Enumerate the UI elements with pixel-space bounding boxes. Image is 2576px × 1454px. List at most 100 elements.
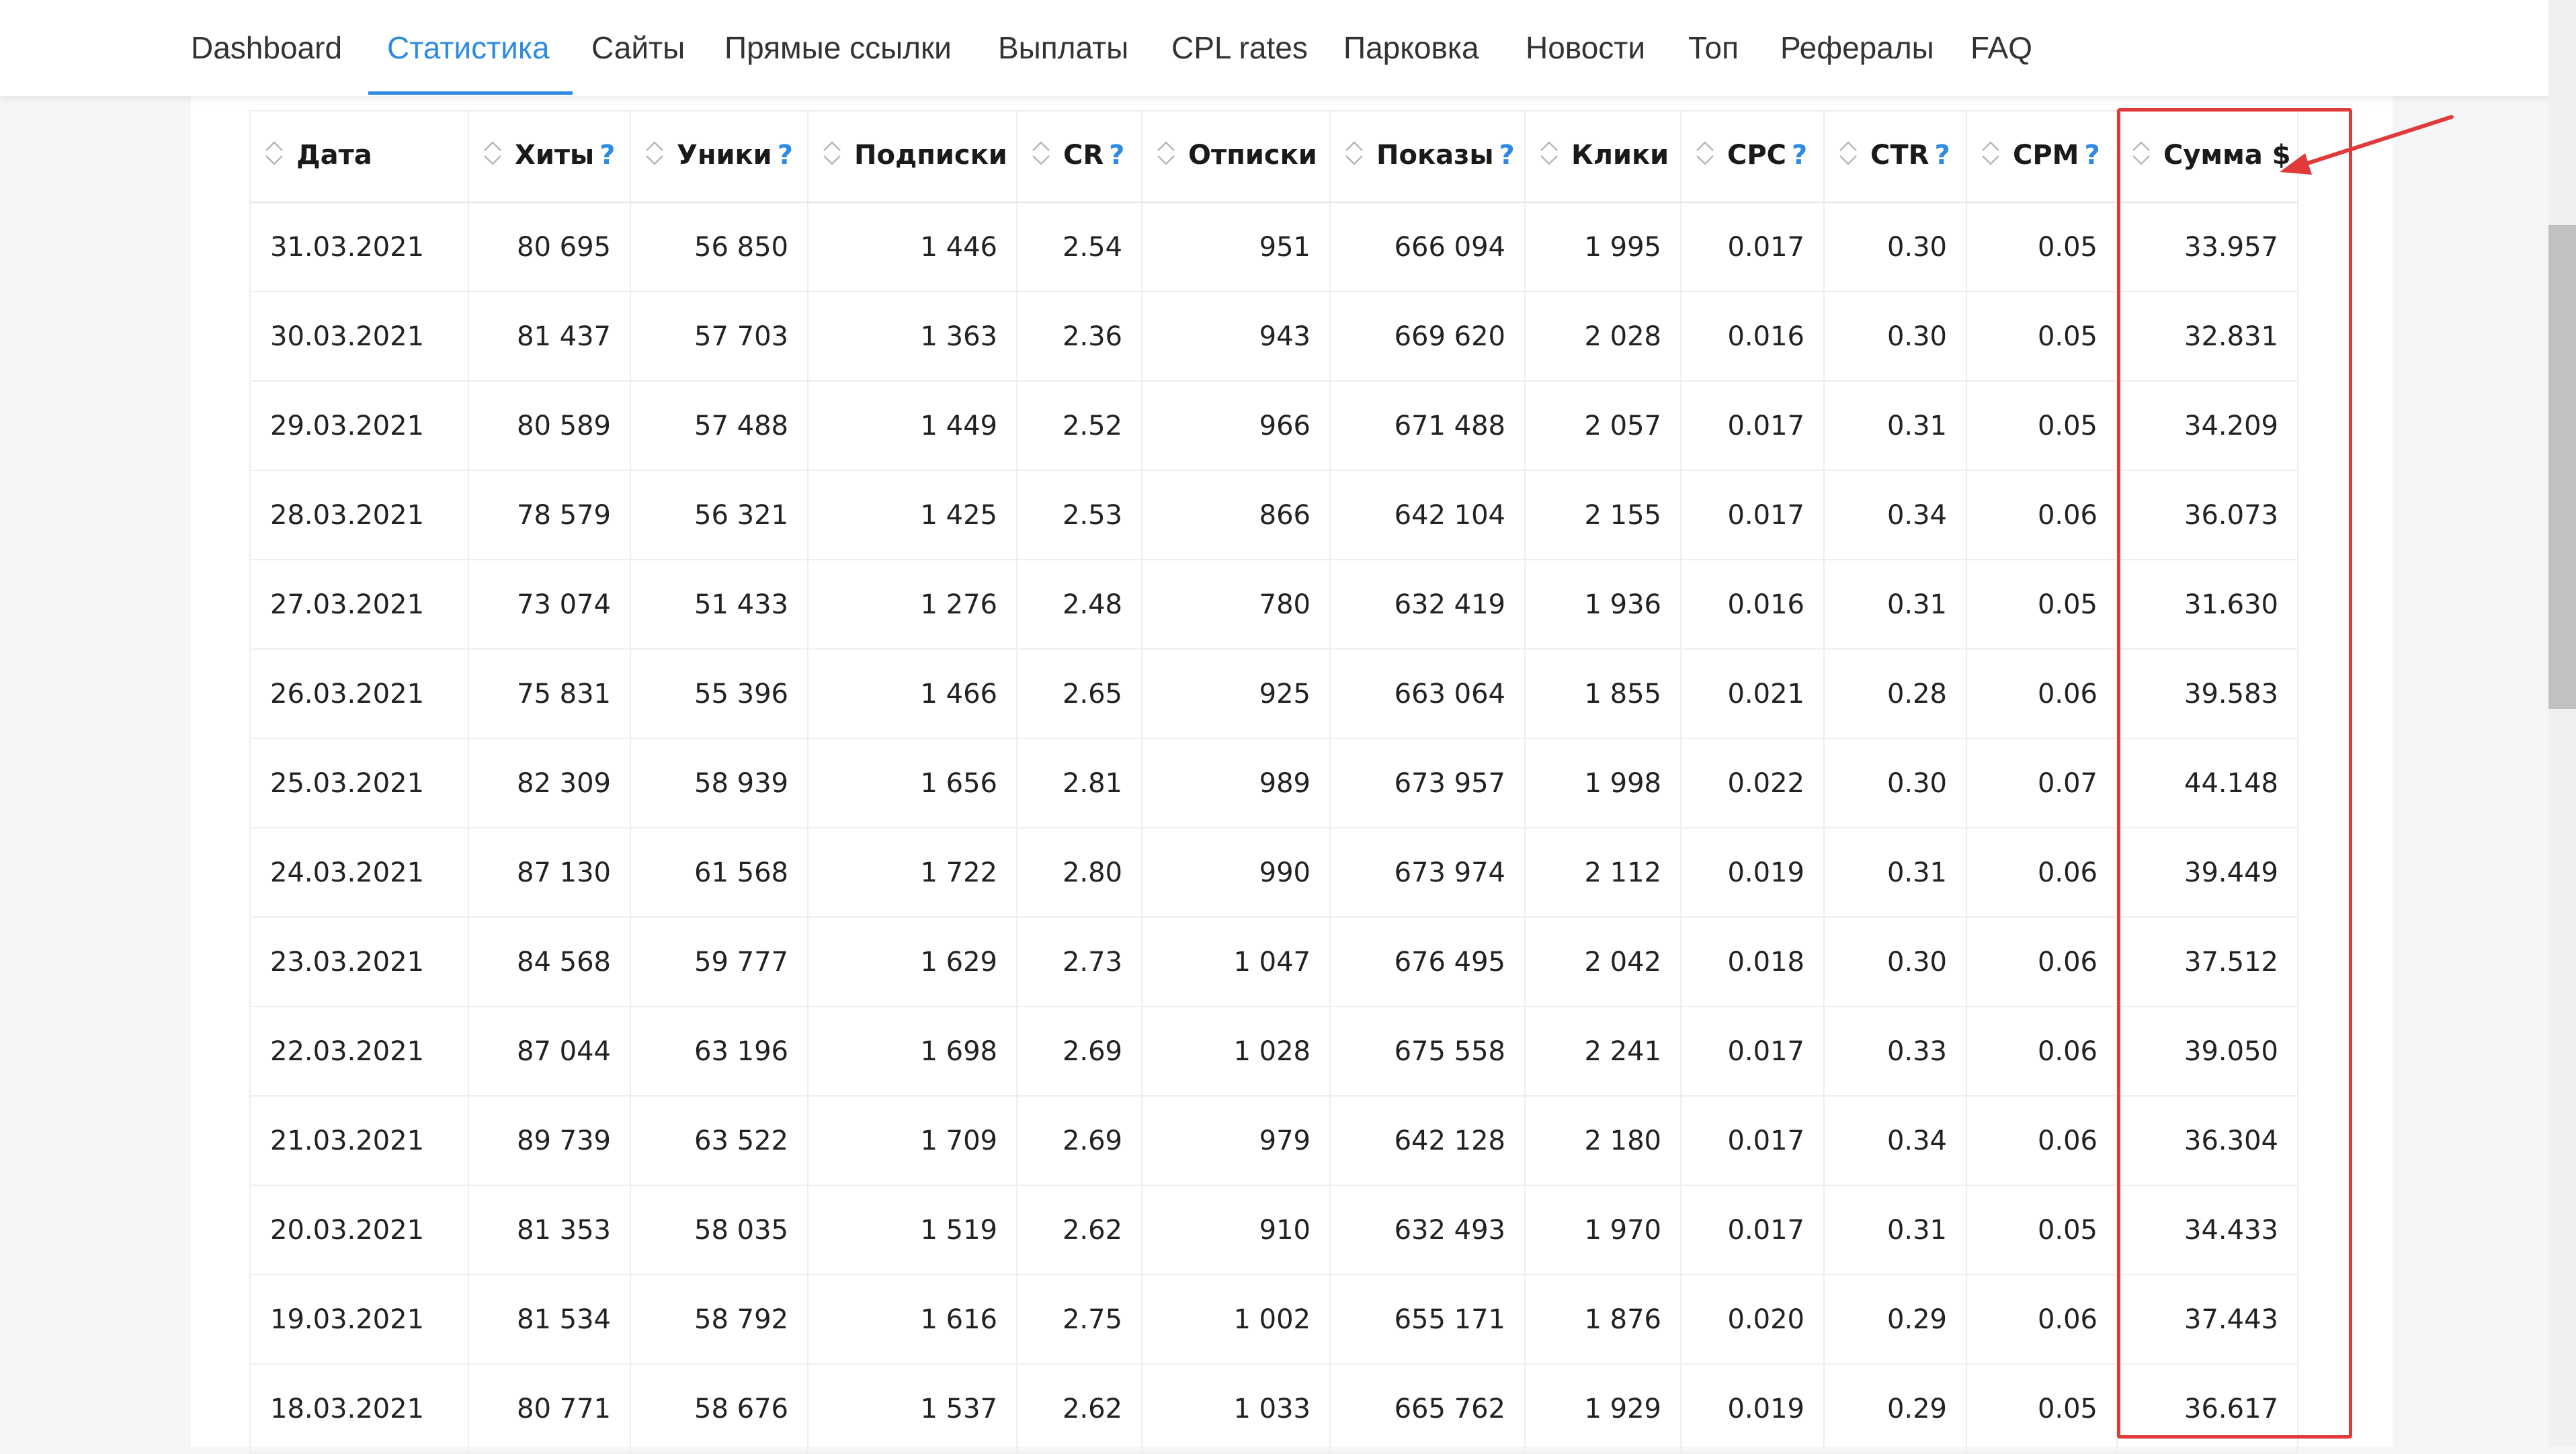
nav-saity[interactable]: Сайты bbox=[591, 0, 685, 96]
help-icon[interactable]: ? bbox=[1109, 140, 1124, 171]
scrollbar-track[interactable] bbox=[2548, 0, 2576, 1447]
help-icon[interactable]: ? bbox=[1792, 140, 1807, 171]
nav-top[interactable]: Топ bbox=[1688, 0, 1739, 96]
cell-clicks: 1 855 bbox=[1525, 649, 1681, 739]
nav-dashboard[interactable]: Dashboard bbox=[191, 0, 342, 96]
cell-ctr: 0.31 bbox=[1824, 560, 1967, 650]
cell-uniques: 58 035 bbox=[630, 1185, 808, 1275]
cell-clicks: 1 936 bbox=[1525, 560, 1681, 650]
nav-parkovka[interactable]: Парковка bbox=[1343, 0, 1479, 96]
table-row: 28.03.2021 78 579 56 321 1 425 2.53 866 642 10… bbox=[249, 470, 2298, 560]
column-header-unsubscriptions[interactable]: Отписки bbox=[1142, 110, 1331, 203]
cell-subscriptions: 1 537 bbox=[808, 1364, 1017, 1454]
cell-unsubscriptions: 780 bbox=[1142, 560, 1331, 650]
cell-cpc: 0.018 bbox=[1681, 917, 1825, 1007]
cell-cpc: 0.022 bbox=[1681, 738, 1825, 828]
cell-ctr: 0.33 bbox=[1824, 1007, 1967, 1097]
column-header-ctr[interactable]: CTR? bbox=[1824, 110, 1967, 203]
cell-clicks: 2 042 bbox=[1525, 917, 1681, 1007]
help-icon[interactable]: ? bbox=[1934, 140, 1950, 171]
sort-icon[interactable] bbox=[1981, 138, 2001, 175]
column-header-hits[interactable]: Хиты? bbox=[468, 110, 631, 203]
cell-ctr: 0.31 bbox=[1824, 1185, 1967, 1275]
cell-cpc: 0.020 bbox=[1681, 1275, 1825, 1365]
cell-uniques: 57 703 bbox=[630, 292, 808, 382]
nav-statistika[interactable]: Статистика bbox=[387, 0, 550, 96]
column-header-date[interactable]: Дата bbox=[249, 110, 469, 203]
cell-hits: 81 437 bbox=[468, 292, 631, 382]
nav-vyplaty[interactable]: Выплаты bbox=[998, 0, 1128, 96]
column-header-label: Дата bbox=[296, 140, 372, 171]
cell-ctr: 0.29 bbox=[1824, 1275, 1967, 1365]
column-header-cr[interactable]: CR? bbox=[1017, 110, 1142, 203]
cell-cr: 2.36 bbox=[1017, 292, 1142, 382]
cell-unsubscriptions: 1 047 bbox=[1142, 917, 1331, 1007]
cell-ctr: 0.34 bbox=[1824, 1096, 1967, 1186]
cell-impressions: 665 762 bbox=[1330, 1364, 1526, 1454]
cell-subscriptions: 1 363 bbox=[808, 292, 1017, 382]
sort-icon[interactable] bbox=[645, 138, 665, 175]
column-header-impressions[interactable]: Показы? bbox=[1330, 110, 1526, 203]
column-header-cpm[interactable]: CPM? bbox=[1966, 110, 2118, 203]
table-row: 18.03.2021 80 771 58 676 1 537 2.62 1 033 665 … bbox=[249, 1364, 2298, 1454]
column-header-uniques[interactable]: Уники? bbox=[630, 110, 808, 203]
sort-icon[interactable] bbox=[483, 138, 503, 175]
nav-novosti[interactable]: Новости bbox=[1526, 0, 1645, 96]
help-icon[interactable]: ? bbox=[599, 140, 615, 171]
cell-clicks: 2 155 bbox=[1525, 470, 1681, 560]
sort-icon[interactable] bbox=[1156, 138, 1176, 175]
column-header-clicks[interactable]: Клики bbox=[1525, 110, 1681, 203]
cell-cpm: 0.06 bbox=[1966, 917, 2118, 1007]
cell-unsubscriptions: 910 bbox=[1142, 1185, 1331, 1275]
cell-cpm: 0.05 bbox=[1966, 1364, 2118, 1454]
nav-pryamye-ssylki[interactable]: Прямые ссылки bbox=[724, 0, 952, 96]
nav-referaly[interactable]: Рефералы bbox=[1780, 0, 1934, 96]
cell-impressions: 655 171 bbox=[1330, 1275, 1526, 1365]
cell-cpm: 0.06 bbox=[1966, 649, 2118, 739]
cell-cpc: 0.019 bbox=[1681, 1364, 1825, 1454]
cell-cpc: 0.017 bbox=[1681, 1096, 1825, 1186]
cell-unsubscriptions: 990 bbox=[1142, 828, 1331, 918]
sort-icon[interactable] bbox=[1695, 138, 1715, 175]
nav-cpl-rates[interactable]: CPL rates bbox=[1171, 0, 1308, 96]
cell-uniques: 63 522 bbox=[630, 1096, 808, 1186]
column-header-subscriptions[interactable]: Подписки bbox=[808, 110, 1017, 203]
cell-ctr: 0.30 bbox=[1824, 917, 1967, 1007]
cell-cpc: 0.017 bbox=[1681, 1185, 1825, 1275]
cell-clicks: 1 998 bbox=[1525, 738, 1681, 828]
cell-cpm: 0.05 bbox=[1966, 381, 2118, 471]
sort-icon[interactable] bbox=[1031, 138, 1051, 175]
cell-date: 29.03.2021 bbox=[249, 381, 469, 471]
cell-uniques: 56 321 bbox=[630, 470, 808, 560]
scrollbar-thumb[interactable] bbox=[2548, 225, 2576, 709]
cell-date: 24.03.2021 bbox=[249, 828, 469, 918]
sort-icon[interactable] bbox=[1539, 138, 1559, 175]
nav-faq[interactable]: FAQ bbox=[1970, 0, 2032, 96]
help-icon[interactable]: ? bbox=[778, 140, 793, 171]
top-navigation: Dashboard Статистика Сайты Прямые ссылки Вып… bbox=[0, 0, 2548, 96]
table-row: 26.03.2021 75 831 55 396 1 466 2.65 925 663 06… bbox=[249, 649, 2298, 739]
help-icon[interactable]: ? bbox=[1499, 140, 1515, 171]
help-icon[interactable]: ? bbox=[2084, 140, 2100, 171]
sort-icon[interactable] bbox=[1838, 138, 1858, 175]
cell-cpm: 0.06 bbox=[1966, 828, 2118, 918]
cell-cpm: 0.05 bbox=[1966, 292, 2118, 382]
table-row: 20.03.2021 81 353 58 035 1 519 2.62 910 632 49… bbox=[249, 1185, 2298, 1275]
sort-icon[interactable] bbox=[1344, 138, 1364, 175]
sort-icon[interactable] bbox=[822, 138, 842, 175]
cell-impressions: 666 094 bbox=[1330, 202, 1526, 292]
cell-cpc: 0.017 bbox=[1681, 470, 1825, 560]
table-row: 29.03.2021 80 589 57 488 1 449 2.52 966 671 48… bbox=[249, 381, 2298, 471]
cell-clicks: 2 057 bbox=[1525, 381, 1681, 471]
cell-cpm: 0.06 bbox=[1966, 470, 2118, 560]
cell-unsubscriptions: 943 bbox=[1142, 292, 1331, 382]
cell-impressions: 669 620 bbox=[1330, 292, 1526, 382]
column-header-label: Хиты bbox=[515, 140, 595, 171]
cell-date: 22.03.2021 bbox=[249, 1007, 469, 1097]
column-header-cpc[interactable]: CPC? bbox=[1681, 110, 1825, 203]
cell-impressions: 673 974 bbox=[1330, 828, 1526, 918]
cell-hits: 80 589 bbox=[468, 381, 631, 471]
cell-clicks: 1 995 bbox=[1525, 202, 1681, 292]
cell-ctr: 0.31 bbox=[1824, 381, 1967, 471]
sort-icon[interactable] bbox=[264, 138, 284, 175]
